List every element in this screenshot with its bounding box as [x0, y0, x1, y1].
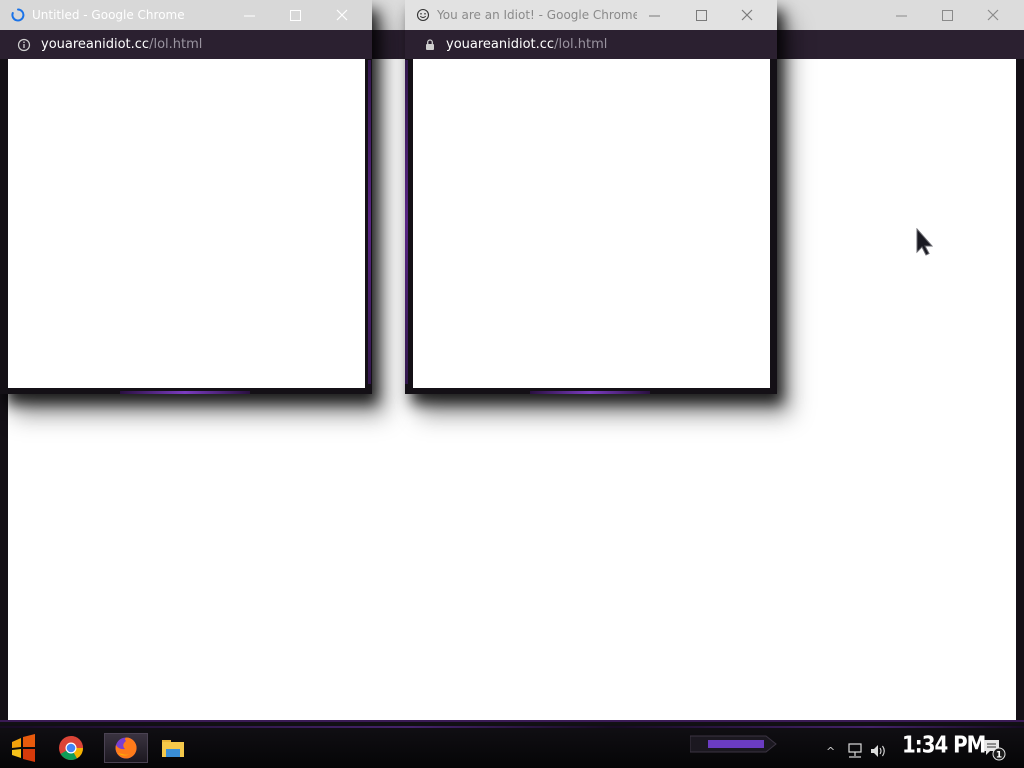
url-path: /lol.html: [149, 37, 203, 52]
close-icon: [741, 9, 753, 21]
page-content: [413, 59, 770, 388]
smiley-icon: [416, 8, 430, 22]
taskbar-decoration: [689, 730, 780, 758]
close-button[interactable]: [736, 5, 758, 25]
chrome-taskbar-button[interactable]: [56, 733, 86, 763]
title-bar[interactable]: Untitled - Google Chrome: [0, 0, 372, 30]
url-text[interactable]: youareanidiot.cc/lol.html: [41, 37, 202, 53]
url-text[interactable]: youareanidiot.cc/lol.html: [446, 37, 607, 53]
start-button[interactable]: [8, 733, 38, 763]
maximize-button[interactable]: [284, 5, 306, 25]
minimize-button[interactable]: [643, 5, 665, 25]
desktop: Untitled - Google Chrome youareanidiot.c…: [0, 0, 1024, 768]
notification-count: 1: [996, 751, 1002, 761]
volume-button[interactable]: [870, 740, 888, 762]
network-button[interactable]: [846, 740, 864, 762]
firefox-taskbar-button[interactable]: [104, 733, 148, 763]
start-logo-icon: [12, 734, 35, 762]
speaker-icon: [871, 745, 885, 757]
lock-icon[interactable]: [423, 38, 437, 52]
url-path: /lol.html: [554, 37, 608, 52]
url-host: youareanidiot.cc: [446, 37, 555, 52]
mouse-cursor-icon: [916, 228, 934, 256]
minimize-button[interactable]: [890, 5, 912, 25]
window-title: Untitled - Google Chrome: [32, 8, 185, 22]
maximize-button[interactable]: [690, 5, 712, 25]
close-button[interactable]: [982, 5, 1004, 25]
window-border-glow: [530, 391, 650, 394]
minimize-icon: [648, 15, 660, 16]
maximize-icon: [695, 9, 707, 21]
close-button[interactable]: [331, 5, 353, 25]
window-border-glow: [120, 391, 250, 394]
notification-icon: 1: [984, 740, 1006, 761]
notification-button[interactable]: 1: [982, 738, 1006, 761]
chrome-window-untitled[interactable]: Untitled - Google Chrome youareanidiot.c…: [0, 0, 372, 394]
maximize-button[interactable]: [936, 5, 958, 25]
taskbar-clock[interactable]: 1:34 PM: [902, 732, 986, 758]
chrome-icon: [59, 736, 83, 761]
minimize-icon: [243, 15, 255, 16]
file-explorer-taskbar-button[interactable]: [158, 733, 188, 763]
url-host: youareanidiot.cc: [41, 37, 150, 52]
window-title: You are an Idiot! - Google Chrome: [437, 8, 637, 22]
loading-spinner-icon: [11, 8, 25, 22]
page-content: [8, 59, 365, 388]
close-icon: [336, 9, 348, 21]
taskbar-accent-line: [0, 726, 1024, 728]
network-icon: [848, 743, 862, 758]
tray-chevron-label: ^: [826, 744, 836, 758]
minimize-button[interactable]: [238, 5, 260, 25]
address-bar[interactable]: youareanidiot.cc/lol.html: [0, 30, 372, 59]
info-icon[interactable]: [17, 38, 31, 52]
tray-chevron[interactable]: ^: [826, 740, 835, 762]
maximize-icon: [289, 9, 301, 21]
minimize-icon: [895, 15, 907, 16]
folder-icon: [162, 740, 184, 757]
close-icon: [987, 9, 999, 21]
chrome-window-you-are-an-idiot[interactable]: You are an Idiot! - Google Chrome youare…: [405, 0, 777, 394]
title-bar[interactable]: You are an Idiot! - Google Chrome: [405, 0, 777, 30]
window-border-glow: [405, 60, 408, 384]
address-bar[interactable]: youareanidiot.cc/lol.html: [405, 30, 777, 59]
maximize-icon: [941, 9, 953, 21]
firefox-icon: [115, 737, 137, 759]
window-border-glow: [368, 60, 371, 384]
